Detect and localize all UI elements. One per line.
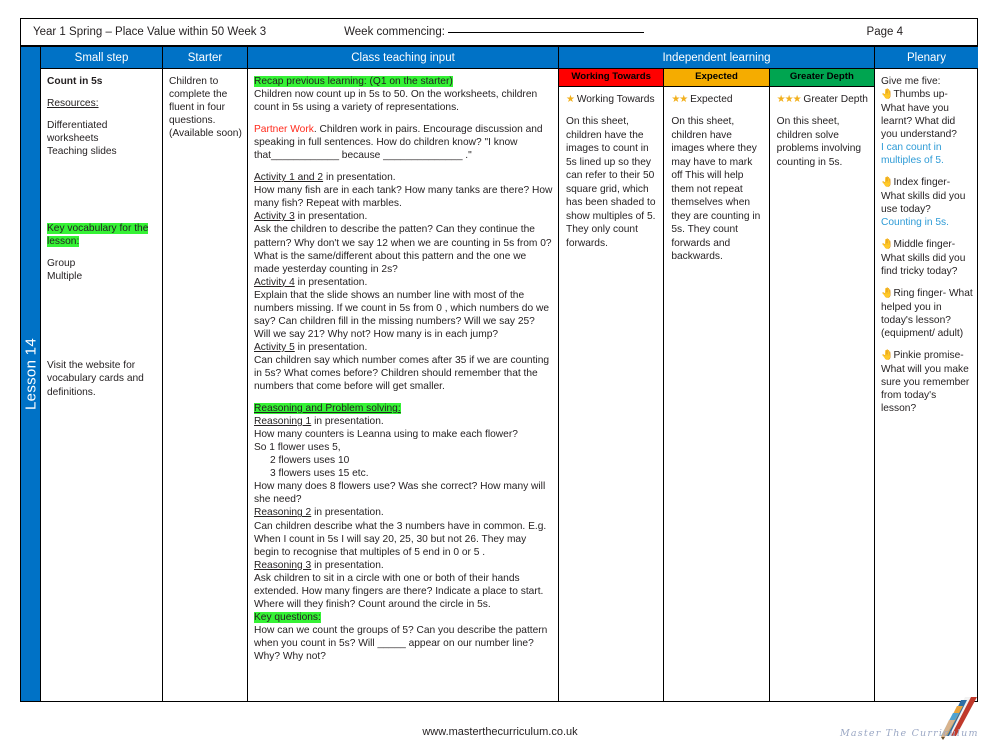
greater-depth-star-label: Greater Depth xyxy=(803,94,868,105)
page-number: Page 4 xyxy=(866,26,903,38)
plenary-prompt: Pinkie promise- What will you make sure … xyxy=(881,349,970,414)
document-info-bar: Year 1 Spring – Place Value within 50 We… xyxy=(20,18,978,46)
independent-body-expected: ★★ Expected On this sheet, children have… xyxy=(664,87,770,701)
table-body-row: Count in 5s Resources: Differentiated wo… xyxy=(41,69,978,701)
week-commencing-label: Week commencing: xyxy=(344,26,644,38)
star-rating-icon: ★★★ xyxy=(776,94,802,105)
key-questions-body: How can we count the groups of 5? Can yo… xyxy=(254,624,548,662)
activity-3-tail: in presentation. xyxy=(297,211,368,223)
activity-3-label: Activity 3 xyxy=(254,211,295,223)
plenary-prompt: Middle finger- What skills did you find … xyxy=(881,239,966,277)
reasoning-1-line3: 3 flowers uses 15 etc. xyxy=(270,468,369,480)
reasoning-2-body: Can children describe what the 3 numbers… xyxy=(254,520,547,558)
header-starter: Starter xyxy=(163,47,248,69)
key-questions-label: Key questions: xyxy=(254,611,321,623)
activity-5-label: Activity 5 xyxy=(254,341,295,353)
independent-body-greater-depth: ★★★ Greater Depth On this sheet, childre… xyxy=(770,87,874,701)
working-towards-body: On this sheet, children have the images … xyxy=(566,116,656,249)
brand-logo: Master The Curriculum xyxy=(838,696,988,748)
logo-wordmark: Master The Curriculum xyxy=(840,728,979,739)
activity-4-body: Explain that the slide shows an number l… xyxy=(254,289,549,340)
reasoning-2-label: Reasoning 2 xyxy=(254,507,312,519)
star-rating-icon: ★★ xyxy=(671,94,688,105)
header-class-teaching-input: Class teaching input xyxy=(248,47,559,69)
cell-starter: Children to complete the fluent in four … xyxy=(163,69,248,701)
vocab-item: Multiple xyxy=(47,271,83,283)
small-step-heading: Count in 5s xyxy=(47,76,103,87)
header-independent-learning: Independent learning xyxy=(559,47,875,69)
reasoning-1-line2: 2 flowers uses 10 xyxy=(270,455,350,467)
recap-body: Children now count up in 5s to 50. On th… xyxy=(254,89,538,114)
lesson-number-label: Lesson 14 xyxy=(22,338,39,410)
recap-label: Recap previous learning: (Q1 on the star… xyxy=(254,76,453,87)
independent-head-greater-depth: Greater Depth xyxy=(769,69,874,87)
partner-work-label: Partner Work xyxy=(254,124,314,136)
activity-1-2-label: Activity 1 and 2 xyxy=(254,172,324,184)
reasoning-1-body: How many counters is Leanna using to mak… xyxy=(254,429,518,441)
table-header-row: Small step Starter Class teaching input … xyxy=(41,47,978,69)
lesson-plan-page: Year 1 Spring – Place Value within 50 We… xyxy=(0,0,1000,750)
cell-small-step: Count in 5s Resources: Differentiated wo… xyxy=(41,69,163,701)
working-towards-star-label: Working Towards xyxy=(576,94,655,105)
resources-label: Resources: xyxy=(47,98,99,110)
cell-independent-learning: Working Towards Expected Greater Depth ★… xyxy=(559,69,875,701)
week-commencing-blank xyxy=(447,31,644,33)
reasoning-1-label: Reasoning 1 xyxy=(254,416,312,428)
reasoning-3-body: Ask children to sit in a circle with one… xyxy=(254,572,544,610)
cell-plenary: Give me five: 🤚Thumbs up- What have you … xyxy=(875,69,978,701)
activity-5-tail: in presentation. xyxy=(297,341,368,353)
independent-body-row: ★ Working Towards On this sheet, childre… xyxy=(559,87,874,701)
resource-item: Teaching slides xyxy=(47,146,117,158)
reasoning-1-tail: in presentation. xyxy=(314,416,384,428)
unit-title: Year 1 Spring – Place Value within 50 We… xyxy=(33,26,267,38)
website-note: Visit the website for vocabulary cards a… xyxy=(47,360,144,398)
reasoning-section-header: Reasoning and Problem solving: xyxy=(254,403,401,415)
plenary-intro: Give me five: xyxy=(881,76,941,87)
activity-1-2-body: How many fish are in each tank? How many… xyxy=(254,185,553,210)
plenary-answer: I can count in multiples of 5. xyxy=(881,141,944,167)
independent-head-expected: Expected xyxy=(664,69,770,87)
reasoning-3-label: Reasoning 3 xyxy=(254,559,312,571)
starter-text: Children to complete the fluent in four … xyxy=(169,76,242,140)
activity-5-body: Can children say which number comes afte… xyxy=(254,354,550,393)
reasoning-1-line1: So 1 flower uses 5, xyxy=(254,442,341,454)
lesson-spine: Lesson 14 xyxy=(21,47,41,701)
reasoning-3-tail: in presentation. xyxy=(314,559,384,571)
independent-header-row: Working Towards Expected Greater Depth xyxy=(559,69,874,87)
header-small-step: Small step xyxy=(41,47,163,69)
lesson-plan-table: Lesson 14 Small step Starter Class teach… xyxy=(20,46,978,702)
independent-head-working-towards: Working Towards xyxy=(559,69,665,87)
pinkie-icon: 🤚 xyxy=(881,349,894,361)
table-grid: Small step Starter Class teaching input … xyxy=(41,47,978,701)
header-plenary: Plenary xyxy=(875,47,978,69)
middle-finger-icon: 🤚 xyxy=(881,239,894,251)
star-rating-icon: ★ xyxy=(566,94,575,105)
plenary-prompt: Ring finger- What helped you in today's … xyxy=(881,287,973,339)
expected-body: On this sheet, children have images wher… xyxy=(671,116,761,262)
key-vocabulary-label: Key vocabulary for the lesson: xyxy=(47,223,149,248)
activity-4-tail: in presentation. xyxy=(297,276,368,288)
greater-depth-body: On this sheet, children solve problems i… xyxy=(776,116,862,168)
ring-finger-icon: 🤚 xyxy=(881,287,894,299)
vocab-item: Group xyxy=(47,258,76,270)
independent-body-working-towards: ★ Working Towards On this sheet, childre… xyxy=(559,87,665,701)
resource-item: Differentiated worksheets xyxy=(47,120,108,145)
activity-1-2-tail: in presentation. xyxy=(325,172,396,184)
plenary-prompt: Index finger- What skills did you use to… xyxy=(881,177,966,215)
thumbs-up-icon: 🤚 xyxy=(881,89,894,101)
plenary-answer: Counting in 5s. xyxy=(881,216,949,228)
activity-4-label: Activity 4 xyxy=(254,276,295,288)
index-finger-icon: 🤚 xyxy=(881,177,894,189)
reasoning-2-tail: in presentation. xyxy=(314,507,384,519)
expected-star-label: Expected xyxy=(690,94,733,105)
activity-3-body: Ask the children to describe the patten?… xyxy=(254,224,552,275)
reasoning-1-body2: How many does 8 flowers use? Was she cor… xyxy=(254,481,546,506)
plenary-prompt: Thumbs up- What have you learnt? What di… xyxy=(881,89,957,140)
cell-class-teaching-input: Recap previous learning: (Q1 on the star… xyxy=(248,69,559,701)
